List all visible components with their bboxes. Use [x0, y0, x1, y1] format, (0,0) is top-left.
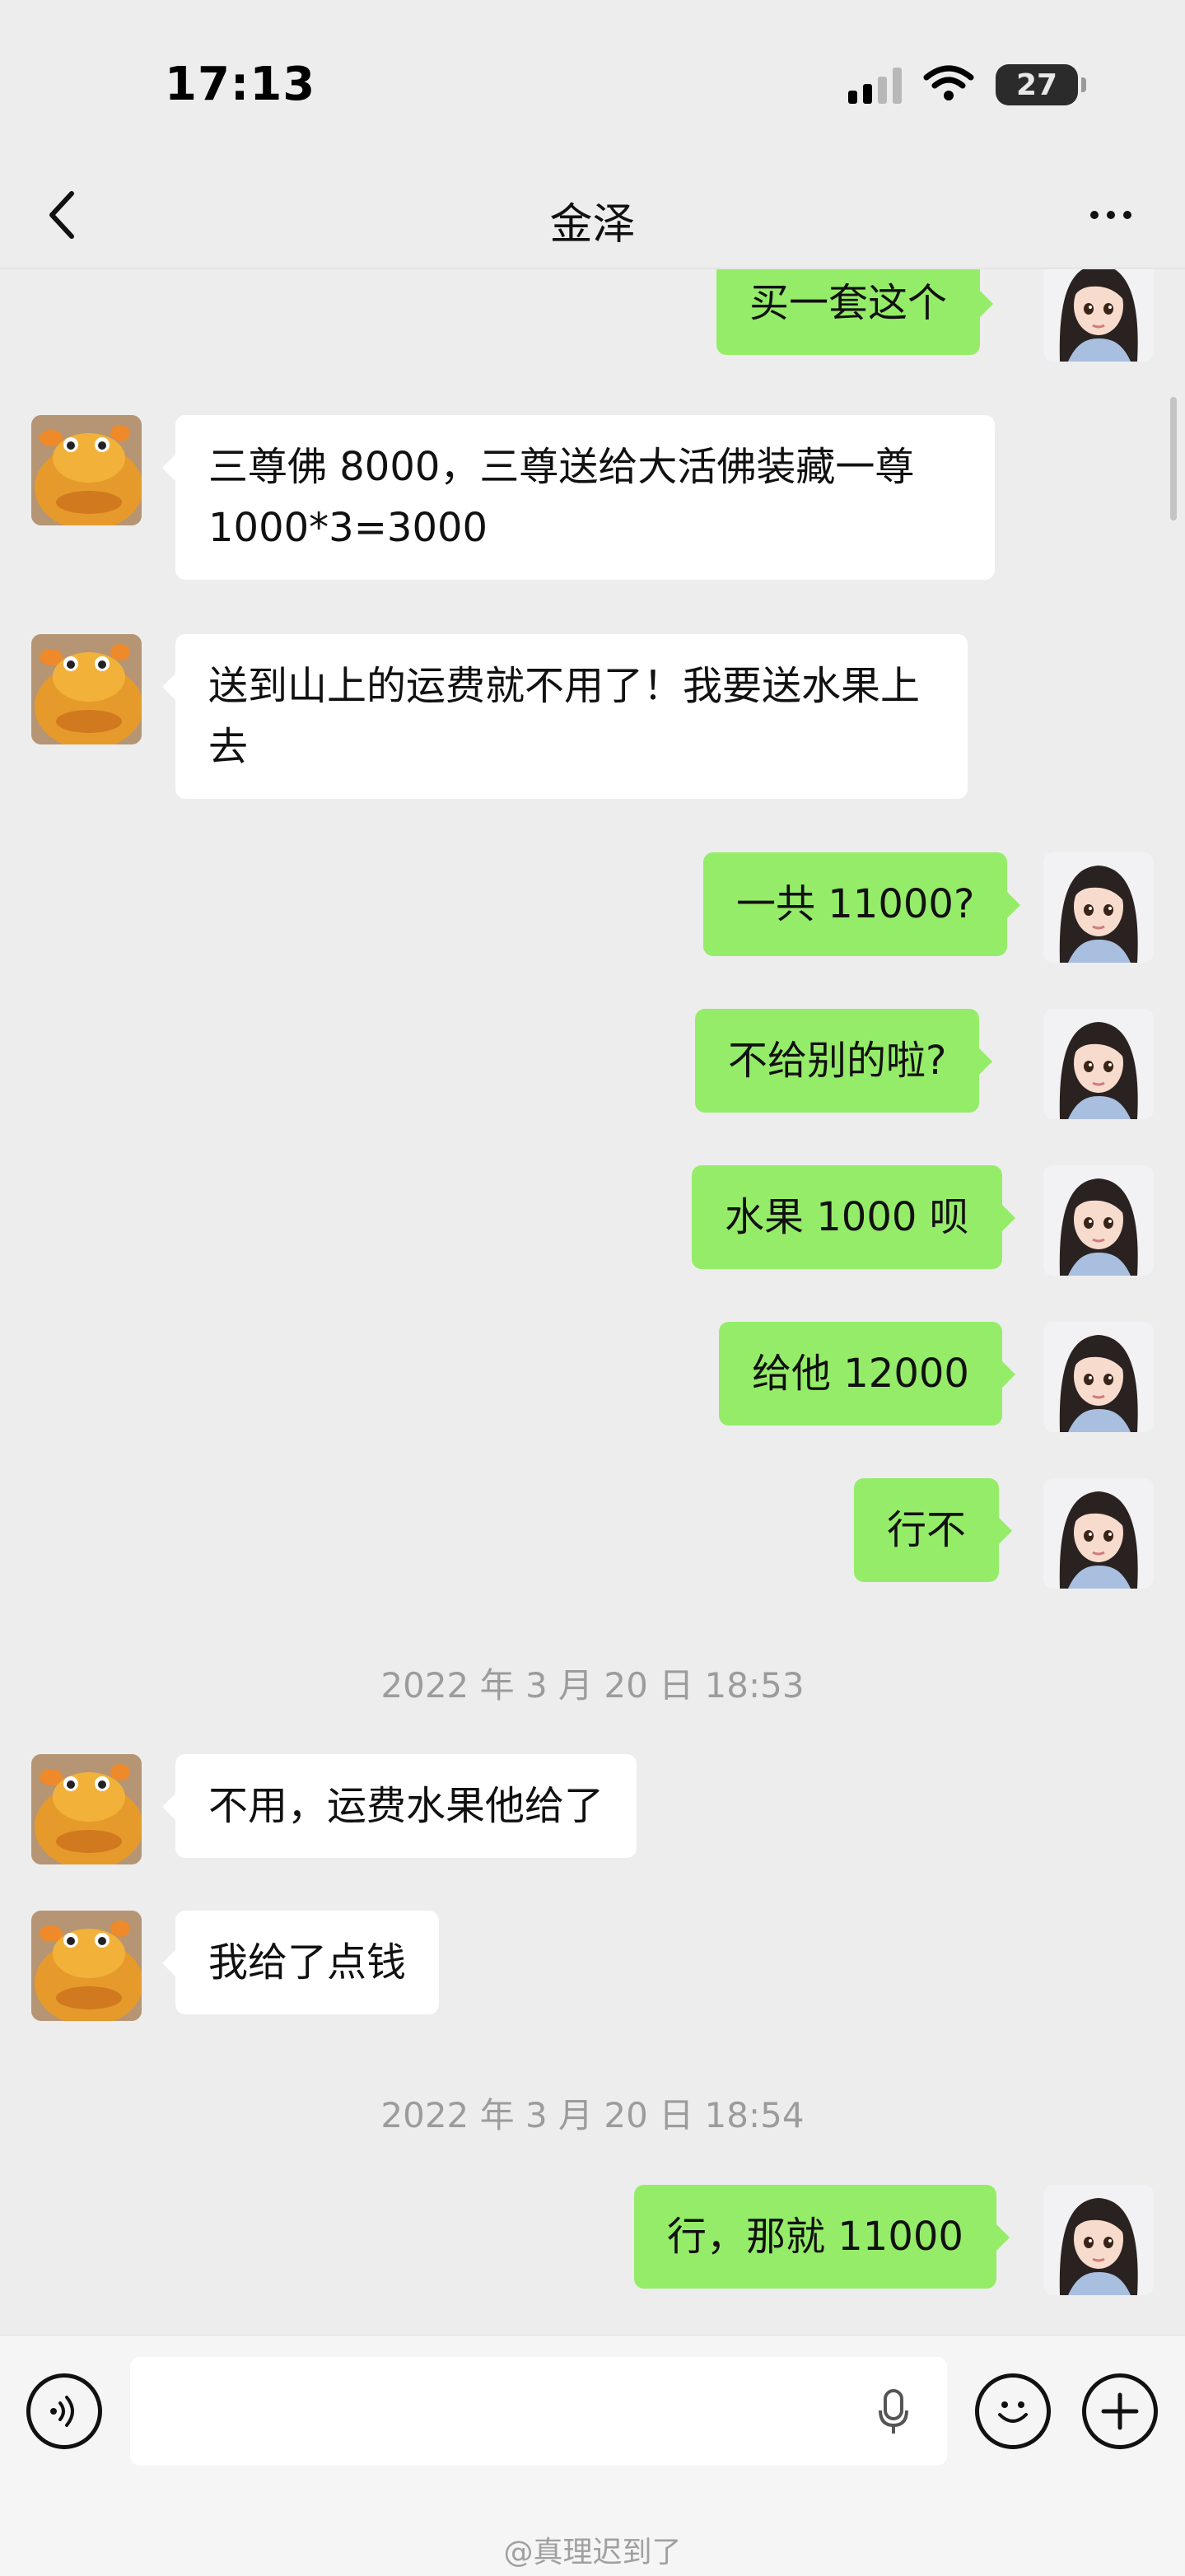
my-avatar[interactable]	[1043, 269, 1154, 362]
message-bubble-received[interactable]: 三尊佛 8000，三尊送给大活佛装藏一尊 1000*3=3000	[162, 415, 995, 580]
watermark: @真理迟到了	[503, 2536, 682, 2569]
status-icons: 27	[848, 64, 1086, 105]
message-bubble-sent[interactable]: 水果 1000 呗	[692, 1165, 1015, 1269]
cellular-signal-icon	[848, 66, 902, 104]
my-avatar[interactable]	[1043, 1165, 1154, 1276]
message-bubble-sent[interactable]: 行，那就 11000	[634, 2185, 1010, 2289]
chat-screen: 17:13 27 金泽 买一套这个 三尊佛 8000，三尊送给大活佛装藏一尊 1…	[0, 0, 1185, 2576]
voice-icon	[50, 2396, 74, 2427]
contact-avatar[interactable]	[31, 415, 142, 525]
more-options-button[interactable]	[1078, 186, 1144, 244]
plus-icon	[1101, 2392, 1139, 2430]
my-avatar[interactable]	[1043, 1322, 1154, 1432]
my-avatar[interactable]	[1043, 1478, 1154, 1589]
message-bubble-received[interactable]: 我给了点钱	[161, 1911, 440, 2014]
contact-avatar[interactable]	[31, 634, 142, 744]
microphone-button[interactable]	[865, 2383, 922, 2441]
scrollbar[interactable]	[1170, 397, 1177, 520]
emoji-button[interactable]	[975, 2373, 1051, 2449]
voice-button[interactable]	[26, 2373, 102, 2449]
message-input[interactable]	[130, 2357, 947, 2466]
message-bubble-sent[interactable]: 行不	[854, 1478, 1013, 1582]
contact-avatar[interactable]	[31, 1754, 142, 1864]
contact-avatar[interactable]	[31, 1911, 142, 2021]
chat-header: 金泽	[0, 165, 1185, 268]
battery-icon: 27	[996, 64, 1086, 105]
my-avatar[interactable]	[1043, 852, 1154, 963]
message-bubble-received[interactable]: 不用，运费水果他给了	[161, 1754, 637, 1858]
message-list[interactable]: 买一套这个 三尊佛 8000，三尊送给大活佛装藏一尊 1000*3=3000 送…	[0, 269, 1185, 2335]
message-bubble-sent[interactable]: 不给别的啦?	[695, 1009, 993, 1113]
timestamp: 2022 年 3 月 20 日 18:53	[380, 1665, 805, 1706]
ellipsis-icon	[1090, 211, 1099, 219]
message-bubble-received[interactable]: 送到山上的运费就不用了！我要送水果上去	[162, 634, 968, 799]
my-avatar[interactable]	[1043, 2185, 1154, 2295]
message-bubble-sent[interactable]: 买一套这个	[716, 269, 994, 355]
add-button[interactable]	[1082, 2373, 1158, 2449]
message-bubble-sent[interactable]: 一共 11000?	[703, 852, 1021, 956]
microphone-icon	[879, 2389, 908, 2434]
status-time: 17:13	[165, 58, 316, 111]
my-avatar[interactable]	[1043, 1009, 1154, 1119]
status-bar: 17:13 27	[0, 0, 1185, 165]
wifi-icon	[923, 64, 974, 105]
contact-name[interactable]: 金泽	[0, 189, 1185, 251]
timestamp: 2022 年 3 月 20 日 18:54	[380, 2095, 805, 2135]
message-bubble-sent[interactable]: 给他 12000	[719, 1322, 1015, 1426]
emoji-icon	[998, 2401, 1028, 2423]
